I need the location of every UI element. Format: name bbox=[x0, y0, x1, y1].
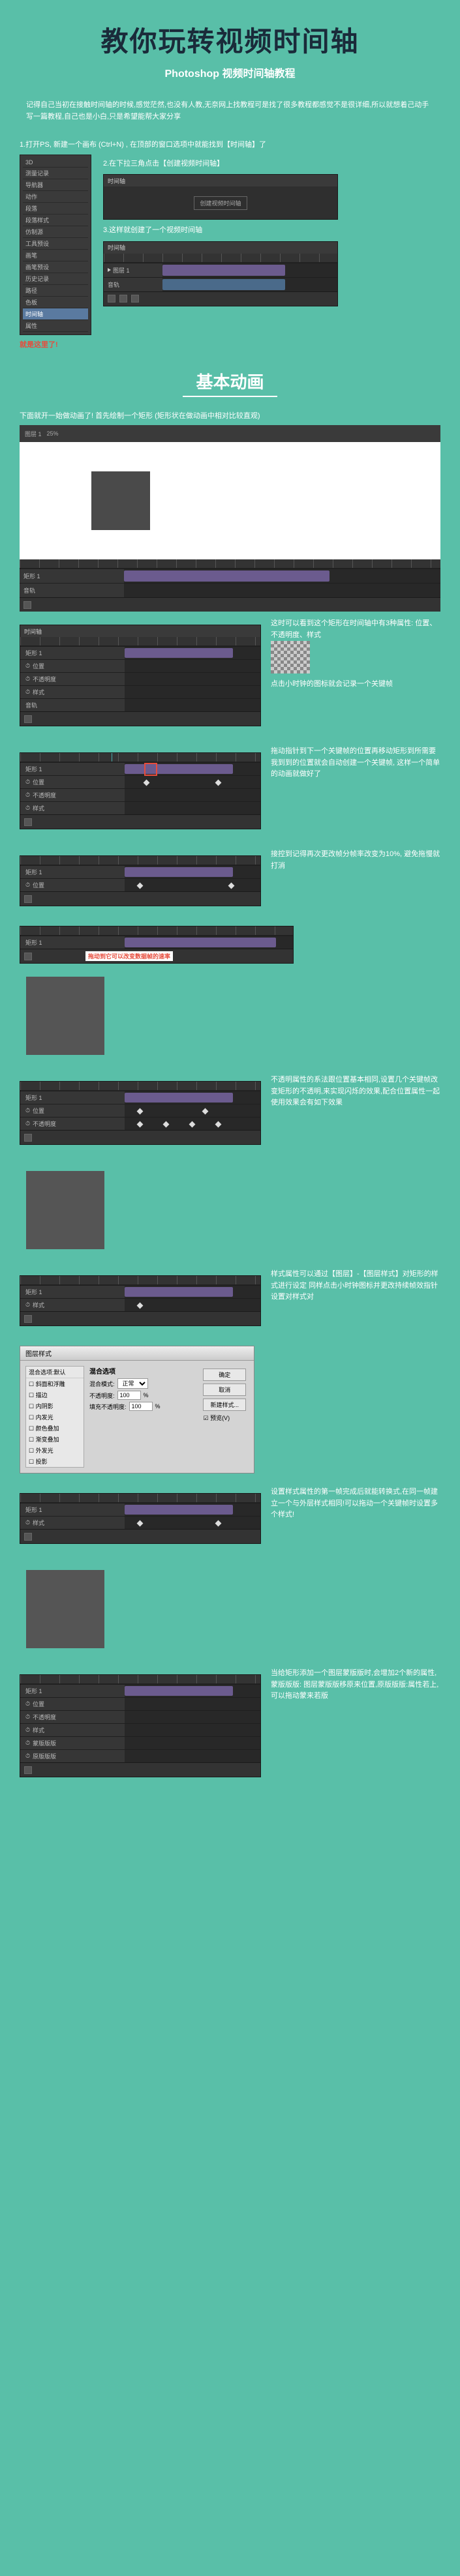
step1-label: 1.打开PS, 新建一个画布 (Ctrl+N) , 在顶部的窗口选项中就能找到【… bbox=[20, 140, 440, 151]
audio-clip[interactable] bbox=[162, 279, 285, 290]
style-item[interactable]: ☐ 内阴影 bbox=[26, 1400, 84, 1412]
timeline-panel-empty: 时间轴 创建视频时间轴 bbox=[103, 174, 338, 220]
ps-canvas: 图层 1 25% 矩形 1 音轨 bbox=[20, 425, 440, 612]
menu-item[interactable]: 测量记录 bbox=[23, 168, 88, 179]
fill-input[interactable] bbox=[129, 1402, 153, 1411]
style-item[interactable]: ☐ 内发光 bbox=[26, 1412, 84, 1423]
timeline-style: 矩形 1 ⏱ 样式 bbox=[20, 1275, 261, 1326]
style-item[interactable]: ☐ 投影 bbox=[26, 1456, 84, 1467]
menu-item[interactable]: 路径 bbox=[23, 285, 88, 297]
audio-track-label[interactable]: 音轨 bbox=[20, 584, 124, 597]
menu-item[interactable]: 历史记录 bbox=[23, 273, 88, 285]
zoom-anno: 拖动到它可以改变数据帧的速率 bbox=[85, 951, 173, 961]
b5-text: 样式属性可以通过【图层】-【图层样式】对矩形的样式进行设定 同样点击小时钟图标并… bbox=[271, 1269, 440, 1303]
play-button[interactable] bbox=[23, 601, 31, 609]
menu-item[interactable]: 仿制源 bbox=[23, 226, 88, 238]
play-button[interactable] bbox=[24, 715, 32, 723]
style-item[interactable]: ☐ 颜色叠加 bbox=[26, 1423, 84, 1434]
prop-position[interactable]: ⏱ 位置 bbox=[20, 660, 125, 672]
play-button[interactable] bbox=[108, 295, 115, 303]
b4-text: 不透明属性的系法跟位置基本相同,设置几个关键帧改变矩形的不透明,来实现闪烁的效果… bbox=[271, 1074, 440, 1109]
result-preview bbox=[26, 977, 104, 1055]
menu-item[interactable]: 导航器 bbox=[23, 179, 88, 191]
menu-item[interactable]: 画笔预设 bbox=[23, 261, 88, 273]
timeline-tab[interactable]: 时间轴 bbox=[108, 243, 125, 252]
menu-item[interactable]: 段落 bbox=[23, 203, 88, 215]
video-clip[interactable] bbox=[125, 648, 233, 658]
keyframe[interactable] bbox=[215, 780, 222, 786]
menu-item[interactable]: 动作 bbox=[23, 191, 88, 203]
b2-text: 拖动指针到下一个关键帧的位置再移动矩形到所需要我到到的位置就会自动创建一个关键帧… bbox=[271, 746, 440, 780]
keyframe-highlight bbox=[144, 763, 157, 776]
basic-intro: 下面就开一始做动画了! 首先绘制一个矩形 (矩形状在做动画中相对比较直观) bbox=[0, 411, 460, 422]
window-menu[interactable]: 3D 测量记录 导航器 动作 段落 段落样式 仿制源 工具预设 画笔 画笔预设 … bbox=[20, 155, 91, 335]
step3-label: 3.这样就创建了一个视频时间轴 bbox=[103, 225, 440, 236]
timeline-framerate: 矩形 1 ⏱ 位置 bbox=[20, 855, 261, 906]
menu-item[interactable]: 色板 bbox=[23, 297, 88, 308]
style-item[interactable]: 混合选项:默认 bbox=[26, 1367, 84, 1378]
rect-shape[interactable] bbox=[91, 471, 150, 530]
create-timeline-button[interactable]: 创建视频时间轴 bbox=[194, 196, 247, 210]
page-title: 教你玩转视频时间轴 bbox=[0, 20, 460, 59]
zoom-level[interactable]: 25% bbox=[47, 430, 59, 437]
menu-item[interactable]: 属性 bbox=[23, 320, 88, 332]
timeline-props: 时间轴 矩形 1 ⏱ 位置 ⏱ 不透明度 ⏱ 样式 音轨 bbox=[20, 625, 261, 726]
video-clip[interactable] bbox=[162, 265, 285, 276]
intro-text: 记得自己当初在接触时间轴的时候,感觉茫然,也没有人教,无奈网上找教程可是找了很多… bbox=[0, 87, 460, 136]
section-heading: 基本动画 bbox=[183, 369, 277, 397]
menu-item[interactable]: 工具预设 bbox=[23, 238, 88, 250]
timeline-tab[interactable]: 时间轴 bbox=[108, 177, 125, 185]
b1-more: 点击小时钟的图标就会记录一个关键帧 bbox=[271, 679, 440, 690]
blend-mode-select[interactable]: 正常 bbox=[117, 1378, 148, 1389]
cancel-button[interactable]: 取消 bbox=[203, 1384, 246, 1396]
menu-item[interactable]: 段落样式 bbox=[23, 215, 88, 226]
dialog-title: 图层样式 bbox=[20, 1346, 254, 1361]
prop-style[interactable]: ⏱ 样式 bbox=[20, 686, 125, 698]
page-subtitle: Photoshop 视频时间轴教程 bbox=[0, 65, 460, 80]
menu-item-timeline[interactable]: 时间轴 bbox=[23, 308, 88, 320]
expand-icon[interactable] bbox=[108, 268, 111, 272]
style-item[interactable]: ☐ 外发光 bbox=[26, 1445, 84, 1456]
menu-item[interactable]: 3D bbox=[23, 158, 88, 168]
video-clip[interactable] bbox=[124, 570, 330, 582]
timeline-ruler[interactable] bbox=[104, 254, 337, 263]
menu-item[interactable]: 画笔 bbox=[23, 250, 88, 261]
style-item[interactable]: ☐ 描边 bbox=[26, 1389, 84, 1400]
new-style-button[interactable]: 新建样式... bbox=[203, 1399, 246, 1411]
b7-text: 当给矩形添加一个图层蒙版版时,会增加2个新的属性,蒙版版版: 图层蒙版版移原来位… bbox=[271, 1668, 440, 1702]
anno-found: 就是这里了! bbox=[20, 339, 91, 349]
timeline-keyframes: 矩形 1 ⏱ 位置 ⏱ 不透明度 ⏱ 样式 bbox=[20, 752, 261, 829]
track-label[interactable]: 图层 1 bbox=[104, 263, 162, 277]
keyframe[interactable] bbox=[144, 780, 150, 786]
timeline-opacity: 矩形 1 ⏱ 位置 ⏱ 不透明度 bbox=[20, 1081, 261, 1145]
b6-text: 设置样式属性的第一帧完成后就能转换式,在同一帧建立一个与外层样式相同!可以拖动一… bbox=[271, 1487, 440, 1521]
b3-text: 接控到记得再次更改帧分帧率改变为10%, 避免拖慢就打消 bbox=[271, 849, 440, 872]
opacity-input[interactable] bbox=[117, 1391, 141, 1400]
layer-name: 图层 1 bbox=[25, 430, 42, 438]
step2-label: 2.在下拉三角点击【创建视频时间轴】 bbox=[103, 158, 440, 170]
style-item[interactable]: ☐ 渐变叠加 bbox=[26, 1434, 84, 1445]
style-item[interactable]: ☐ 斜面和浮雕 bbox=[26, 1378, 84, 1389]
timeline-controls bbox=[104, 291, 337, 306]
canvas-toolbar: 图层 1 25% bbox=[20, 425, 440, 442]
ok-button[interactable]: 确定 bbox=[203, 1369, 246, 1381]
track-label[interactable]: 矩形 1 bbox=[20, 569, 124, 583]
timeline-zoom: 矩形 1 拖动到它可以改变数据帧的速率 bbox=[20, 926, 294, 964]
b1-text: 这时可以看到这个矩形在时间轴中有3种属性: 位置、不透明度、样式 bbox=[271, 618, 440, 641]
prop-opacity[interactable]: ⏱ 不透明度 bbox=[20, 673, 125, 685]
timeline-style2: 矩形 1 ⏱ 样式 bbox=[20, 1493, 261, 1544]
timeline-controls bbox=[20, 597, 440, 612]
track-label[interactable]: 矩形 1 bbox=[20, 647, 125, 659]
layer-style-dialog[interactable]: 图层样式 混合选项:默认 ☐ 斜面和浮雕 ☐ 描边 ☐ 内阴影 ☐ 内发光 ☐ … bbox=[20, 1346, 254, 1473]
result-preview bbox=[26, 1171, 104, 1249]
timeline-panel-created: 时间轴 图层 1 音轨 bbox=[103, 241, 338, 306]
next-frame-button[interactable] bbox=[131, 295, 139, 303]
timeline-ruler[interactable] bbox=[20, 559, 440, 569]
checker-preview bbox=[271, 641, 310, 674]
timeline-mask: 矩形 1 ⏱ 位置 ⏱ 不透明度 ⏱ 样式 ⏱ 蒙版版版 ⏱ 原版版版 bbox=[20, 1674, 261, 1777]
dlg-section: 混合选项 bbox=[89, 1366, 195, 1376]
audio-track-label[interactable]: 音轨 bbox=[104, 278, 162, 291]
prev-frame-button[interactable] bbox=[119, 295, 127, 303]
result-preview bbox=[26, 1570, 104, 1648]
